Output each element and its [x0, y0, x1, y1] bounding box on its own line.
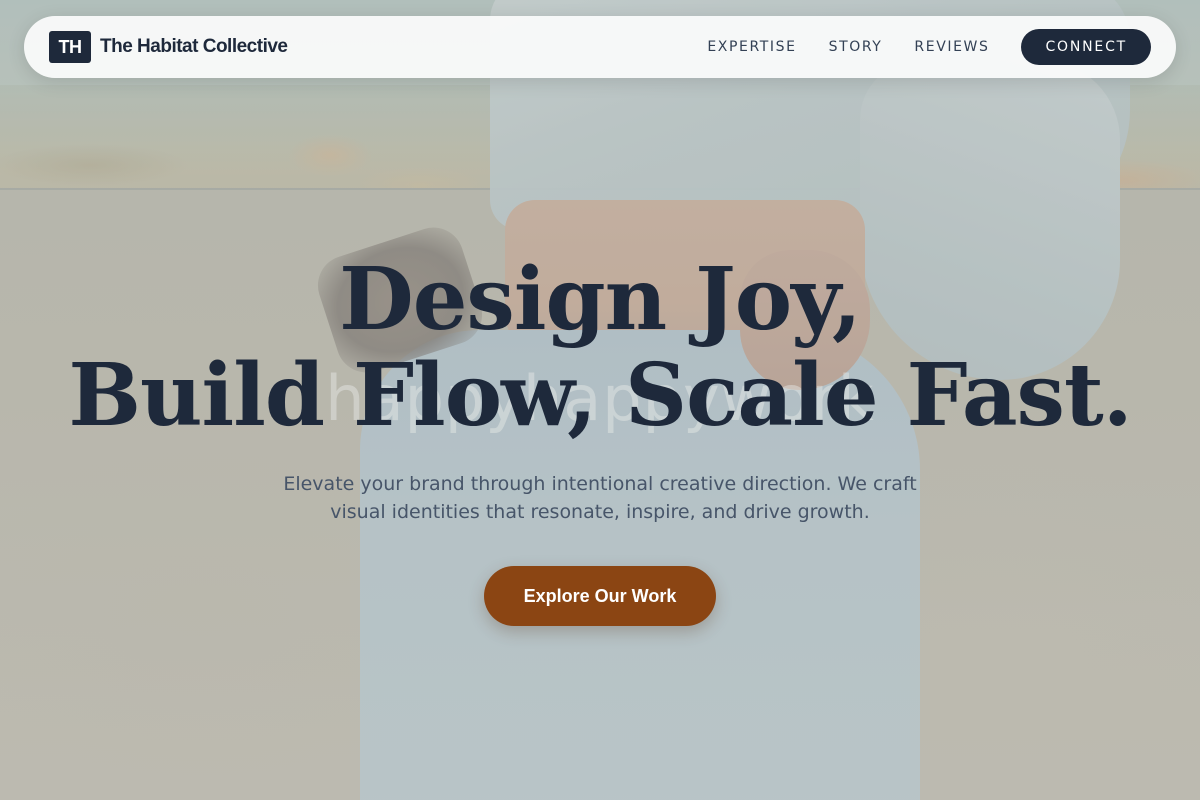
headline-line-2: Build Flow, Scale Fast. [68, 345, 1132, 446]
brand-mark: TH [49, 31, 91, 63]
explore-work-button[interactable]: Explore Our Work [484, 566, 716, 626]
nav-link-reviews[interactable]: REVIEWS [914, 39, 989, 55]
nav-links: EXPERTISE STORY REVIEWS CONNECT [707, 29, 1151, 65]
nav-link-expertise[interactable]: EXPERTISE [707, 39, 796, 55]
hero-headline: Design Joy, Build Flow, Scale Fast. [0, 252, 1200, 444]
headline-line-1: Design Joy, [339, 249, 862, 350]
hero-subtitle: Elevate your brand through intentional c… [283, 473, 917, 523]
brand-name: The Habitat Collective [100, 36, 288, 57]
connect-button[interactable]: CONNECT [1021, 29, 1151, 65]
brand-logo[interactable]: TH The Habitat Collective [49, 31, 288, 63]
top-navbar: TH The Habitat Collective EXPERTISE STOR… [24, 16, 1176, 78]
nav-link-story[interactable]: STORY [829, 39, 883, 55]
